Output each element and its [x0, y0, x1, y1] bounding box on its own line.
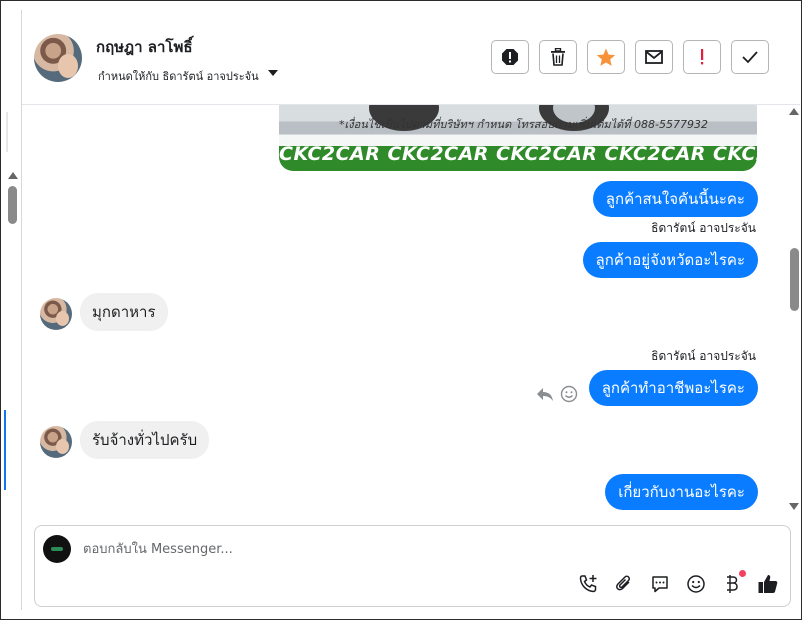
left-scroll-up-arrow[interactable]: [8, 172, 18, 179]
important-button[interactable]: [683, 40, 721, 74]
outgoing-message[interactable]: ลูกค้าอยู่จังหวัดอะไรคะ: [582, 242, 758, 278]
incoming-message[interactable]: รับจ้างทั่วไปครับ: [80, 421, 210, 459]
left-selection-indicator: [4, 410, 6, 490]
contact-avatar-small[interactable]: [40, 298, 72, 330]
envelope-icon: [645, 50, 663, 64]
chevron-down-icon[interactable]: [268, 70, 278, 76]
contact-name[interactable]: กฤษฎา ลาโพธิ์: [96, 35, 192, 59]
reply-input[interactable]: [83, 538, 683, 560]
delete-button[interactable]: [539, 40, 577, 74]
image-caption: *เงื่อนไขเป็นไปตามที่บริษัทฯ กำหนด โทรสอ…: [339, 118, 708, 131]
scrollbar-thumb[interactable]: [790, 248, 799, 311]
phone-plus-icon[interactable]: [576, 572, 600, 596]
page-avatar: [43, 535, 71, 563]
contact-avatar-small[interactable]: [40, 426, 72, 458]
star-icon: [596, 48, 616, 66]
chat-bubble-icon[interactable]: [648, 572, 672, 596]
sender-name: ธิดารัตน์ อาจประจัน: [651, 349, 756, 363]
notification-dot: [739, 570, 746, 577]
trash-icon: [551, 48, 565, 66]
incoming-message[interactable]: มุกดาหาร: [80, 293, 168, 331]
contact-avatar[interactable]: [34, 34, 82, 82]
smiley-react-icon[interactable]: [560, 385, 578, 407]
message-thread: *เงื่อนไขเป็นไปตามที่บริษัทฯ กำหนด โทรสอ…: [22, 105, 792, 517]
exclamation-icon: [701, 49, 704, 65]
image-banner: CKC2CAR CKC2CAR CKC2CAR CKC2CAR CKC2: [279, 143, 757, 165]
outgoing-message[interactable]: เกี่ยวกับงานอะไรคะ: [605, 474, 758, 510]
conversation-header: กฤษฎา ลาโพธิ์ กำหนดให้กับ ธิดารัตน์ อาจป…: [22, 10, 800, 105]
sender-name: ธิดารัตน์ อาจประจัน: [651, 221, 756, 235]
mark-unread-button[interactable]: [635, 40, 673, 74]
alert-octagon-icon: [502, 49, 518, 65]
report-button[interactable]: [491, 40, 529, 74]
scroll-down-arrow[interactable]: [789, 503, 799, 510]
left-panel-edge: [6, 112, 8, 152]
outgoing-message[interactable]: ลูกค้าสนใจคันนี้นะคะ: [592, 181, 758, 217]
thumbs-up-icon[interactable]: [756, 572, 780, 596]
outgoing-message[interactable]: ลูกค้าทำอาชีพอะไรคะ: [588, 370, 758, 406]
smiley-icon[interactable]: [684, 572, 708, 596]
star-button[interactable]: [587, 40, 625, 74]
reply-icon[interactable]: [536, 386, 554, 406]
done-button[interactable]: [731, 40, 769, 74]
left-scrollbar-thumb[interactable]: [8, 186, 17, 224]
paperclip-icon[interactable]: [612, 572, 636, 596]
scroll-up-arrow[interactable]: [789, 108, 799, 115]
check-icon: [742, 51, 758, 64]
assigned-to-label[interactable]: กำหนดให้กับ ธิดารัตน์ อาจประจัน: [98, 67, 259, 85]
reply-composer: [34, 525, 791, 607]
shared-car-image[interactable]: *เงื่อนไขเป็นไปตามที่บริษัทฯ กำหนด โทรสอ…: [279, 105, 757, 171]
